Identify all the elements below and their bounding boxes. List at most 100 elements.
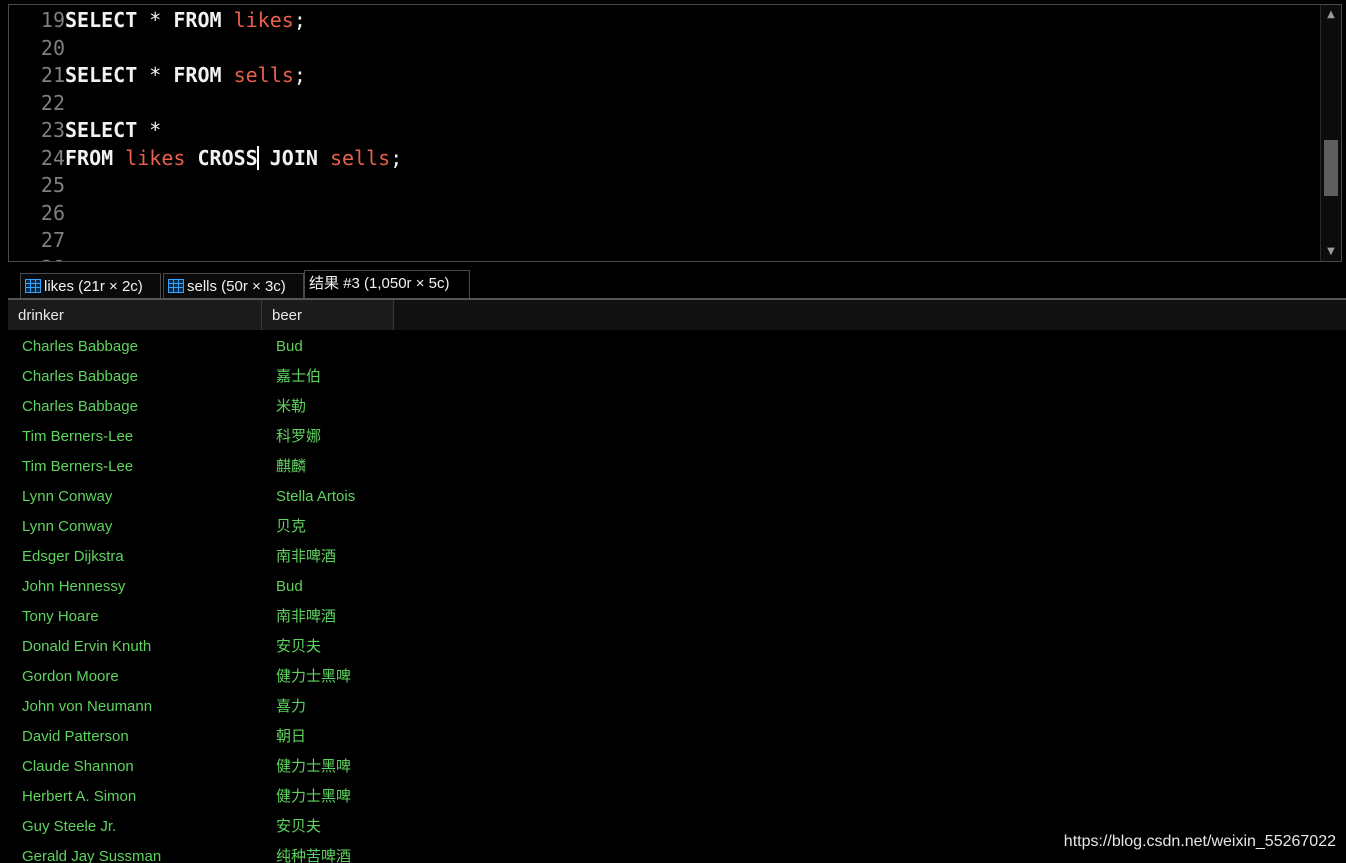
cell-drinker[interactable]: Herbert A. Simon [22,782,136,812]
cell-drinker[interactable]: Gerald Jay Sussman [22,842,161,863]
code-line[interactable]: 25 [9,172,65,199]
code-line[interactable]: 24FROM likes CROSS JOIN sells; [9,145,402,172]
cell-drinker[interactable]: Donald Ervin Knuth [22,632,151,662]
sql-keyword: SELECT [65,118,138,142]
result-tabs: likes (21r × 2c) sells (50r × 3c) 结果 #3 … [0,270,1346,298]
cell-beer[interactable]: Bud [276,332,303,362]
tab-label: likes (21r × 2c) [44,278,143,295]
table-row[interactable]: Lynn Conway 贝克 [8,512,1346,542]
result-grid[interactable]: drinker beer Charles Babbage Bud Charles B… [8,298,1346,863]
cell-drinker[interactable]: Charles Babbage [22,332,138,362]
cell-drinker[interactable]: David Patterson [22,722,129,752]
table-row[interactable]: John Hennessy Bud [8,572,1346,602]
code-line[interactable]: 27 [9,227,65,254]
line-number: 21 [40,63,65,87]
code-line[interactable]: 21SELECT * FROM sells; [9,62,306,89]
cell-drinker[interactable]: Charles Babbage [22,392,138,422]
cell-drinker[interactable]: Tim Berners-Lee [22,422,133,452]
cell-beer[interactable]: 麒麟 [276,452,306,482]
cell-drinker[interactable]: John von Neumann [22,692,152,722]
line-number: 22 [40,90,65,115]
cell-beer[interactable]: 嘉士伯 [276,362,321,392]
table-grid-icon [168,279,184,293]
code-line[interactable]: 20 [9,35,65,62]
tab-sells[interactable]: sells (50r × 3c) [163,273,304,298]
line-number: 20 [40,35,65,60]
table-row[interactable]: Donald Ervin Knuth 安贝夫 [8,632,1346,662]
code-line[interactable]: 26 [9,200,65,227]
table-row[interactable]: Herbert A. Simon 健力士黑啤 [8,782,1346,812]
cell-beer[interactable]: 科罗娜 [276,422,321,452]
sql-keyword: FROM [173,63,222,87]
cell-beer[interactable]: Stella Artois [276,482,355,512]
code-line[interactable]: 28 [9,255,65,262]
cell-drinker[interactable]: Lynn Conway [22,482,112,512]
table-row[interactable]: Claude Shannon 健力士黑啤 [8,752,1346,782]
cell-drinker[interactable]: John Hennessy [22,572,125,602]
sql-keyword: SELECT [65,8,138,32]
table-row[interactable]: Edsger Dijkstra 南非啤酒 [8,542,1346,572]
table-row[interactable]: John von Neumann 喜力 [8,692,1346,722]
code-text[interactable]: SELECT * [65,118,161,142]
cell-drinker[interactable]: Tony Hoare [22,602,99,632]
table-row[interactable]: Charles Babbage 嘉士伯 [8,362,1346,392]
cell-beer[interactable]: 贝克 [276,512,306,542]
cell-drinker[interactable]: Charles Babbage [22,362,138,392]
table-row[interactable]: Tim Berners-Lee 麒麟 [8,452,1346,482]
cell-beer[interactable]: 南非啤酒 [276,542,336,572]
table-row[interactable]: Charles Babbage Bud [8,332,1346,362]
column-header-drinker[interactable]: drinker [8,300,262,330]
code-line[interactable]: 23SELECT * [9,117,161,144]
cell-drinker[interactable]: Edsger Dijkstra [22,542,124,572]
code-line[interactable]: 22 [9,90,65,117]
sql-token: * [137,63,174,87]
table-row[interactable]: Tony Hoare 南非啤酒 [8,602,1346,632]
sql-token: * [137,118,162,142]
cell-beer[interactable]: 健力士黑啤 [276,752,351,782]
cell-beer[interactable]: 健力士黑啤 [276,782,351,812]
tab-result-3[interactable]: 结果 #3 (1,050r × 5c) [304,270,470,298]
cell-beer[interactable]: 健力士黑啤 [276,662,351,692]
scrollbar-thumb[interactable] [1324,140,1338,196]
code-line[interactable]: 19SELECT * FROM likes; [9,7,306,34]
column-header-beer[interactable]: beer [262,300,394,330]
cell-drinker[interactable]: Lynn Conway [22,512,112,542]
line-number: 28 [9,255,65,262]
code-text[interactable]: FROM likes CROSS JOIN sells; [65,145,402,170]
cell-drinker[interactable]: Guy Steele Jr. [22,812,116,842]
cell-beer[interactable]: 喜力 [276,692,306,722]
sql-editor[interactable]: 19SELECT * FROM likes; 20 21SELECT * FROM … [8,4,1342,262]
table-row[interactable]: David Patterson 朝日 [8,722,1346,752]
cell-beer[interactable]: 米勒 [276,392,306,422]
cell-beer[interactable]: 安贝夫 [276,632,321,662]
sql-table-name: sells [233,63,294,87]
code-text[interactable]: SELECT * FROM sells; [65,63,306,87]
cell-drinker[interactable]: Tim Berners-Lee [22,452,133,482]
watermark-text: https://blog.csdn.net/weixin_55267022 [1063,833,1336,850]
cell-beer[interactable]: 朝日 [276,722,306,752]
code-text[interactable]: SELECT * FROM likes; [65,8,306,32]
editor-vertical-scrollbar[interactable]: ▲ ▼ [1320,5,1341,261]
chevron-up-icon[interactable]: ▲ [1321,9,1341,20]
tab-label: sells (50r × 3c) [187,278,286,295]
cell-beer[interactable]: 南非啤酒 [276,602,336,632]
table-row[interactable]: Tim Berners-Lee 科罗娜 [8,422,1346,452]
cell-beer[interactable]: Bud [276,572,303,602]
grid-header-row: drinker beer [8,300,1346,330]
cell-drinker[interactable]: Gordon Moore [22,662,119,692]
table-row[interactable]: Lynn Conway Stella Artois [8,482,1346,512]
cell-beer[interactable]: 纯种苦啤酒 [276,842,351,863]
cell-beer[interactable]: 安贝夫 [276,812,321,842]
line-number: 25 [40,173,65,197]
table-row[interactable]: Charles Babbage 米勒 [8,392,1346,422]
chevron-down-icon[interactable]: ▼ [1321,246,1341,257]
table-grid-icon [25,279,41,293]
tab-likes[interactable]: likes (21r × 2c) [20,273,161,298]
table-row[interactable]: Gordon Moore 健力士黑啤 [8,662,1346,692]
sql-token: ; [293,63,306,87]
cell-drinker[interactable]: Claude Shannon [22,752,134,782]
sql-table-name: likes [125,145,186,170]
